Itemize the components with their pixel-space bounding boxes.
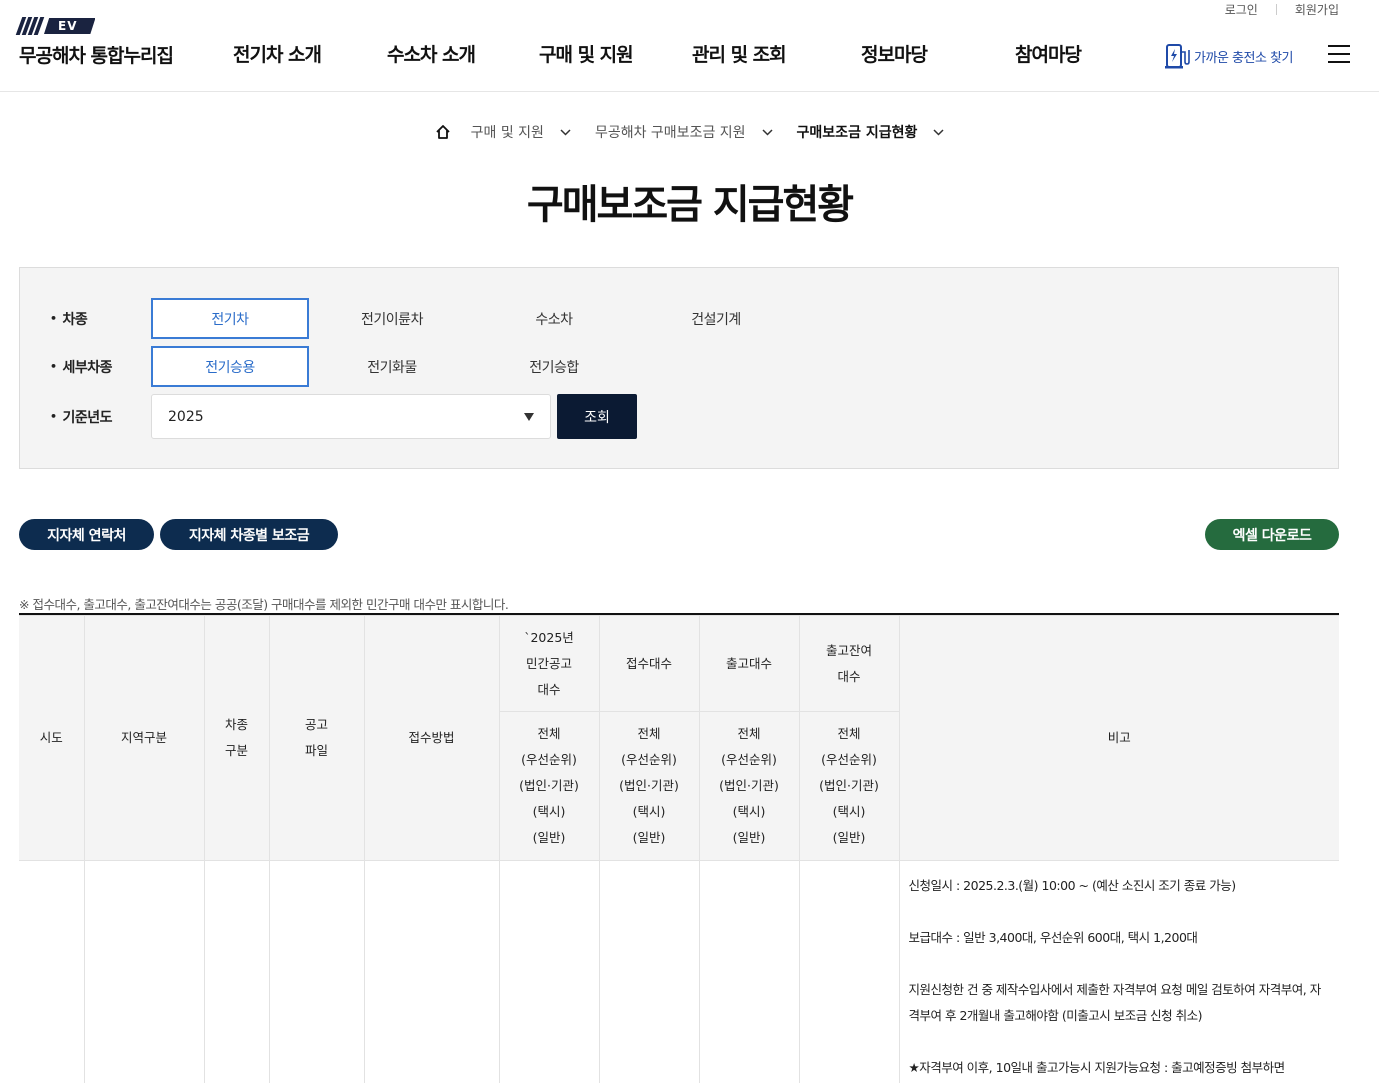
cell-sido bbox=[19, 860, 85, 1083]
filter-label: 차종 bbox=[20, 309, 151, 329]
option-hydrogen[interactable]: 수소차 bbox=[475, 298, 633, 339]
col-released: 출고대수 bbox=[698, 615, 800, 712]
filter-label: 세부차종 bbox=[20, 357, 151, 377]
login-link[interactable]: 로그인 bbox=[1225, 1, 1258, 18]
breadcrumb-label: 구매보조금 지급현황 bbox=[796, 125, 918, 141]
excel-download-button[interactable]: 엑셀 다운로드 bbox=[1205, 519, 1339, 550]
col-released-breakdown: 전체 (우선순위) (법인·기관) (택시) (일반) bbox=[698, 711, 800, 861]
chevron-down-icon bbox=[933, 128, 944, 136]
filter-row-sub-type: 세부차종 전기승용 전기화물 전기승합 bbox=[20, 346, 637, 387]
col-remaining: 출고잔여 대수 bbox=[798, 615, 900, 712]
cell-notice-file bbox=[268, 860, 365, 1083]
cell-region bbox=[83, 860, 205, 1083]
header-divider bbox=[0, 91, 1379, 92]
charger-icon bbox=[1165, 44, 1190, 69]
breadcrumb-item-current[interactable]: 구매보조금 지급현황 bbox=[797, 122, 945, 142]
chevron-down-icon bbox=[762, 128, 773, 136]
remark-line: 신청일시 : 2025.2.3.(월) 10:00 ~ (예산 소진시 조기 종… bbox=[908, 878, 1237, 893]
remark-line: ★자격부여 이후, 10일내 출고가능시 지원가능요청 : 출고예정증빙 첨부하… bbox=[908, 1060, 1286, 1075]
breadcrumb-label: 무공해차 구매보조금 지원 bbox=[594, 125, 746, 141]
cell-vehicle-type bbox=[203, 860, 270, 1083]
logo-badge: EV bbox=[44, 18, 96, 34]
cell-released bbox=[698, 860, 800, 1083]
col-announced-breakdown: 전체 (우선순위) (법인·기관) (택시) (일반) bbox=[499, 711, 600, 861]
col-notice-file: 공고 파일 bbox=[268, 615, 365, 861]
nearby-charger-link[interactable]: 가까운 충전소 찾기 bbox=[1164, 42, 1293, 70]
signup-link[interactable]: 회원가입 bbox=[1295, 1, 1339, 18]
nav-item-purchase-support[interactable]: 구매 및 지원 bbox=[539, 40, 634, 67]
breadcrumb-label: 구매 및 지원 bbox=[470, 125, 544, 141]
breadcrumb-item-purchase-support[interactable]: 구매 및 지원 bbox=[471, 122, 595, 142]
col-received-breakdown: 전체 (우선순위) (법인·기관) (택시) (일반) bbox=[598, 711, 700, 861]
option-e-motorcycle[interactable]: 전기이륜차 bbox=[313, 298, 471, 339]
year-select-value: 2025 bbox=[168, 408, 204, 425]
nav-item-ev-intro[interactable]: 전기차 소개 bbox=[233, 40, 322, 67]
nav-item-participation[interactable]: 참여마당 bbox=[1015, 40, 1082, 67]
page-title: 구매보조금 지급현황 bbox=[526, 182, 854, 228]
menu-icon[interactable] bbox=[1328, 45, 1350, 63]
local-gov-contacts-button[interactable]: 지자체 연락처 bbox=[19, 519, 154, 550]
utility-links: 로그인 회원가입 bbox=[1225, 0, 1339, 18]
col-remaining-breakdown: 전체 (우선순위) (법인·기관) (택시) (일반) bbox=[798, 711, 899, 861]
cell-announced bbox=[498, 860, 600, 1083]
charger-link-label: 가까운 충전소 찾기 bbox=[1194, 50, 1293, 66]
caret-down-icon bbox=[524, 412, 534, 421]
col-announced: `2025년 민간공고 대수 bbox=[498, 615, 600, 712]
cell-received bbox=[598, 860, 700, 1083]
breadcrumb: 구매 및 지원 무공해차 구매보조금 지원 구매보조금 지급현황 bbox=[0, 122, 1379, 142]
logo-mark: EV bbox=[15, 16, 189, 36]
nav-item-manage-lookup[interactable]: 관리 및 조회 bbox=[692, 40, 787, 67]
filter-row-vehicle-type: 차종 전기차 전기이륜차 수소차 건설기계 bbox=[20, 298, 799, 339]
search-filter-panel: 차종 전기차 전기이륜차 수소차 건설기계 세부차종 전기승용 전기화물 전기승… bbox=[19, 267, 1339, 469]
search-button[interactable]: 조회 bbox=[557, 394, 637, 439]
table-row: 신청일시 : 2025.2.3.(월) 10:00 ~ (예산 소진시 조기 종… bbox=[19, 860, 1339, 1083]
cell-remark: 신청일시 : 2025.2.3.(월) 10:00 ~ (예산 소진시 조기 종… bbox=[898, 860, 1339, 1083]
col-sido: 시도 bbox=[19, 615, 85, 861]
cell-remaining bbox=[798, 860, 900, 1083]
col-method: 접수방법 bbox=[363, 615, 500, 861]
option-ev[interactable]: 전기차 bbox=[151, 298, 309, 339]
col-region: 지역구분 bbox=[83, 615, 205, 861]
filter-label: 기준년도 bbox=[20, 407, 151, 427]
option-construction[interactable]: 건설기계 bbox=[637, 298, 795, 339]
remark-line: 지원신청한 건 중 제작수입사에서 제출한 자격부여 요청 메일 검토하여 자격… bbox=[908, 982, 1322, 1023]
option-e-van[interactable]: 전기승합 bbox=[475, 346, 633, 387]
breadcrumb-item-subsidy-support[interactable]: 무공해차 구매보조금 지원 bbox=[595, 122, 797, 142]
remark-line: 보급대수 : 일반 3,400대, 우선순위 600대, 택시 1,200대 bbox=[908, 930, 1198, 945]
option-e-cargo[interactable]: 전기화물 bbox=[313, 346, 471, 387]
col-received: 접수대수 bbox=[598, 615, 700, 712]
col-remark: 비고 bbox=[898, 615, 1339, 861]
table-notice: ※ 접수대수, 출고대수, 출고잔여대수는 공공(조달) 구매대수를 제외한 민… bbox=[19, 597, 509, 612]
subsidy-status-table: 시도 지역구분 차종 구분 공고 파일 접수방법 `2025년 민간공고 대수 접수대수… bbox=[19, 613, 1339, 1083]
year-select[interactable]: 2025 bbox=[151, 394, 551, 439]
option-e-passenger[interactable]: 전기승용 bbox=[151, 346, 309, 387]
nav-item-info[interactable]: 정보마당 bbox=[861, 40, 928, 67]
cell-method bbox=[363, 860, 500, 1083]
nav-item-hydrogen-intro[interactable]: 수소차 소개 bbox=[387, 40, 476, 67]
home-icon[interactable] bbox=[435, 124, 451, 140]
subsidy-by-type-button[interactable]: 지자체 차종별 보조금 bbox=[160, 519, 338, 550]
logo-stripes-icon bbox=[15, 17, 45, 35]
util-divider bbox=[1275, 3, 1277, 15]
chevron-down-icon bbox=[560, 128, 571, 136]
filter-row-year: 기준년도 2025 조회 bbox=[20, 394, 637, 439]
col-vehicle-type: 차종 구분 bbox=[203, 615, 270, 861]
